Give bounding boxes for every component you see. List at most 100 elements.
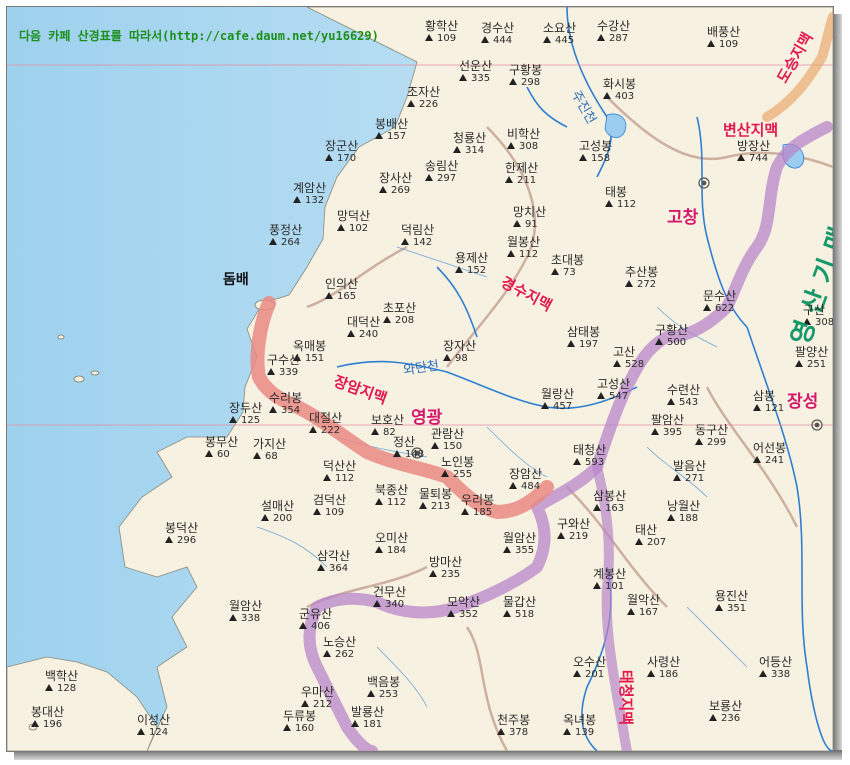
peak-name: 가지산: [253, 437, 287, 451]
peak-elevation: 211: [517, 175, 537, 186]
peak-name: 경수산: [481, 21, 515, 35]
peak-elevation: 403: [615, 91, 635, 102]
peak-name: 천주봉: [497, 713, 531, 727]
peak-name: 군유산: [299, 607, 333, 621]
peak-name: 우마산: [301, 685, 335, 699]
peak-name: 물퇴봉: [419, 487, 453, 501]
peak-name: 구수산: [267, 353, 301, 367]
peak-elevation: 213: [431, 501, 451, 512]
peak-name: 덕산산: [323, 459, 357, 473]
credit-text: 다음 카페 산경표를 따라서(http://cafe.daum.net/yu16…: [19, 29, 379, 43]
peak-elevation: 235: [441, 569, 461, 580]
peak-elevation: 378: [509, 727, 529, 738]
peak-elevation: 364: [329, 563, 349, 574]
peak-name: 발룡산: [351, 705, 385, 719]
peak-name: 태산: [635, 523, 658, 537]
peak-elevation: 201: [585, 669, 605, 680]
peak-elevation: 125: [241, 415, 261, 426]
peak-elevation: 340: [385, 599, 405, 610]
peak-elevation: 272: [637, 279, 657, 290]
peak-elevation: 622: [715, 303, 735, 314]
peak-elevation: 151: [305, 353, 325, 364]
peak-name: 정산: [393, 435, 416, 449]
peak-name: 삼봉산: [593, 489, 627, 503]
peak-name: 봉무산: [205, 435, 239, 449]
peak-elevation: 128: [57, 683, 77, 694]
peak-elevation: 744: [749, 153, 769, 164]
peak-name: 삼봉: [753, 389, 776, 403]
peak-name: 낭월산: [667, 499, 701, 513]
peak-elevation: 121: [765, 403, 785, 414]
peak-name: 노인봉: [441, 455, 475, 469]
peak-elevation: 60: [217, 449, 230, 460]
peak-elevation: 186: [659, 669, 679, 680]
peak-name: 용진산: [715, 589, 749, 603]
peak-name: 문수산: [703, 289, 737, 303]
peak-elevation: 240: [359, 329, 379, 340]
peak-name: 어등산: [759, 655, 793, 669]
peak-name: 고산: [613, 345, 636, 359]
peak-elevation: 101: [605, 581, 625, 592]
peak-elevation: 73: [563, 267, 576, 278]
county-label-gochang: 고창: [667, 208, 699, 228]
peak-elevation: 251: [807, 359, 827, 370]
peak-elevation: 339: [279, 367, 299, 378]
peak-elevation: 299: [707, 437, 727, 448]
peak-elevation: 68: [265, 451, 278, 462]
peak-name: 월암산: [229, 599, 263, 613]
peak-elevation: 269: [391, 185, 411, 196]
peak-elevation: 444: [493, 35, 513, 46]
peak-elevation: 354: [281, 405, 301, 416]
peak-elevation: 98: [455, 353, 468, 364]
peak-name: 인의산: [325, 277, 359, 291]
peak-name: 구황봉: [509, 63, 543, 77]
peak-elevation: 338: [241, 613, 261, 624]
peak-elevation: 457: [553, 401, 573, 412]
peak-name: 삼태봉: [567, 325, 601, 339]
peak-name: 계봉산: [593, 567, 627, 581]
peak-elevation: 543: [679, 397, 699, 408]
peak-name: 장사산: [379, 171, 413, 185]
peak-elevation: 170: [337, 153, 357, 164]
peak-elevation: 208: [395, 315, 415, 326]
peak-elevation: 163: [605, 503, 625, 514]
peak-elevation: 518: [515, 609, 535, 620]
peak-elevation: 184: [387, 545, 407, 556]
peak-name: 대덕산: [347, 315, 381, 329]
peak-elevation: 91: [525, 219, 538, 230]
peak-name: 장자산: [443, 339, 477, 353]
peak-elevation: 445: [555, 35, 575, 46]
peak-name: 월봉산: [507, 235, 541, 249]
peak-name: 계암산: [293, 181, 327, 195]
peak-name: 보룡산: [709, 699, 743, 713]
peak-name: 우리봉: [461, 493, 495, 507]
peak-name: 화시봉: [603, 77, 637, 91]
peak-name: 풍정산: [269, 223, 303, 237]
peak-elevation: 165: [337, 291, 357, 302]
peak-elevation: 142: [413, 237, 433, 248]
peak-name: 백학산: [45, 669, 79, 683]
peak-elevation: 308: [815, 317, 834, 328]
peak-name: 소요산: [543, 21, 577, 35]
peak-elevation: 124: [149, 727, 169, 738]
peak-name: 태청산: [573, 443, 607, 457]
peak-name: 물갑산: [503, 595, 537, 609]
peak-name: 장두산: [229, 401, 263, 415]
peak-name: 사령산: [647, 655, 681, 669]
peak-elevation: 298: [521, 77, 541, 88]
peak-name: 덕림산: [401, 223, 435, 237]
peak-elevation: 296: [177, 535, 197, 546]
peak-elevation: 160: [295, 723, 315, 734]
peak-elevation: 236: [721, 713, 741, 724]
peak-elevation: 352: [459, 609, 479, 620]
peak-name: 월랑산: [541, 387, 575, 401]
peak-name: 이성산: [137, 713, 171, 727]
peak-elevation: 185: [473, 507, 493, 518]
peak-elevation: 406: [311, 621, 331, 632]
peak-name: 옥녀봉: [563, 713, 597, 727]
peak-elevation: 109: [437, 33, 457, 44]
peak-name: 조자산: [407, 85, 441, 99]
peak-name: 보호산: [371, 413, 405, 427]
peak-elevation: 207: [647, 537, 667, 548]
peak-name: 구와산: [557, 517, 591, 531]
